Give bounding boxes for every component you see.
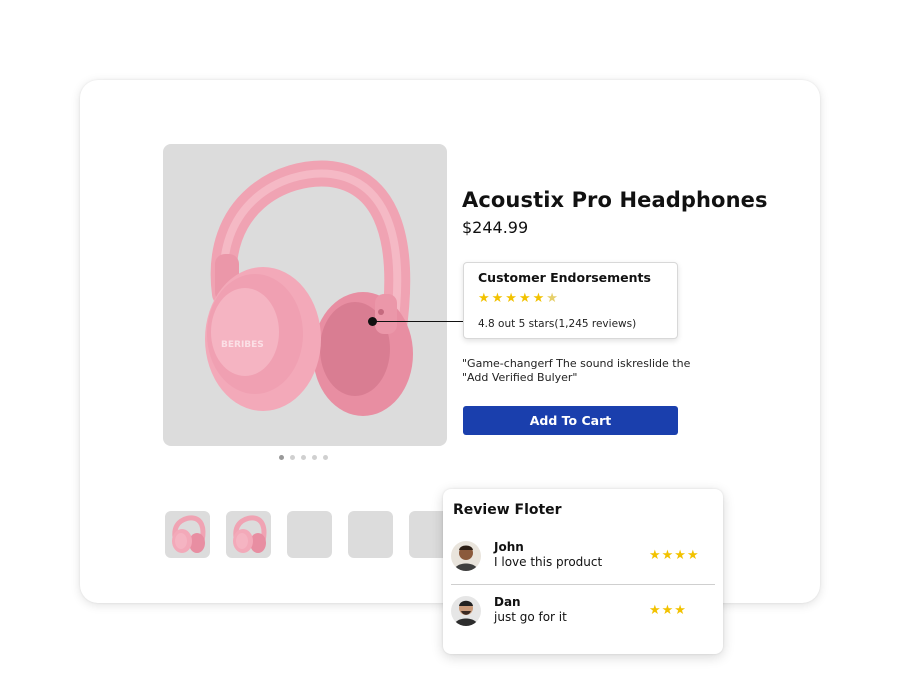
reviewer-name: John [494,540,524,554]
callout-dot [368,317,377,326]
endorsements-title: Customer Endorsements [478,270,651,285]
product-title: Acoustix Pro Headphones [462,188,768,212]
avatar-icon [451,541,481,571]
thumbnail-headphones[interactable] [165,511,210,558]
gallery-dot[interactable] [323,455,328,460]
avatar [451,596,481,626]
star-half-icon: ★ [546,291,560,306]
gallery-dot[interactable] [312,455,317,460]
thumbnail-headphones[interactable] [226,511,271,558]
stars-full: ★★★★★ [478,291,547,306]
review-item[interactable]: John I love this product ★★★★ [451,533,715,581]
callout-line [372,321,464,322]
headphones-icon [172,515,206,553]
headphones-icon: BERIBES [205,160,413,416]
reviewer-name: Dan [494,595,521,609]
thumbnail-empty[interactable] [287,511,332,558]
avatar [451,541,481,571]
add-to-cart-button[interactable]: Add To Cart [463,406,678,435]
brand-logo-text: BERIBES [221,340,264,350]
review-quote: "Game-changerf The sound iskreslide the … [462,357,691,384]
endorsements-card: Customer Endorsements ★★★★★★ 4.8 out 5 s… [463,262,678,339]
headphones-icon [233,515,267,553]
review-item[interactable]: Dan just go for it ★★★ [451,588,715,636]
review-panel: Review Floter John I love this product ★… [443,489,723,654]
review-text: just go for it [494,610,567,624]
avatar-icon [451,596,481,626]
star-rating-icon: ★★★★ [649,548,700,563]
review-panel-title: Review Floter [453,502,562,518]
rating-summary: 4.8 out 5 stars(1,245 reviews) [478,318,637,330]
product-hero-image[interactable]: BERIBES [163,144,447,446]
review-text: I love this product [494,555,603,569]
divider [451,584,715,585]
thumbnail-empty[interactable] [348,511,393,558]
thumbnail-strip [165,511,454,558]
gallery-dot[interactable] [290,455,295,460]
star-rating-icon: ★★★ [649,603,687,618]
product-price: $244.99 [462,218,529,237]
gallery-dot[interactable] [301,455,306,460]
star-rating-icon: ★★★★★★ [478,291,560,306]
gallery-dots [279,455,328,460]
gallery-dot[interactable] [279,455,284,460]
